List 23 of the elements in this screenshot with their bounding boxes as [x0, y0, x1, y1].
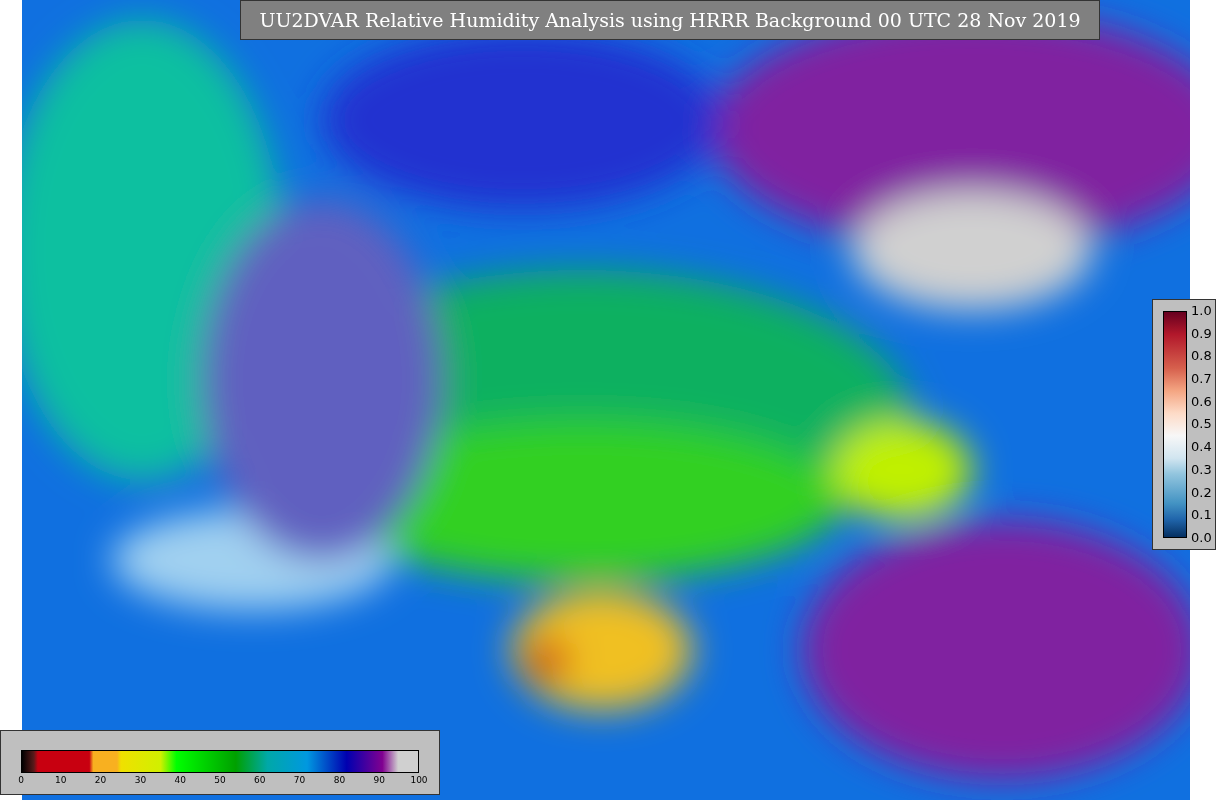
- tick-label: 1.0: [1191, 304, 1212, 318]
- tick-label: 50: [214, 775, 226, 785]
- tick-label: 60: [254, 775, 266, 785]
- tick-label: 10: [55, 775, 67, 785]
- tick-label: 70: [293, 775, 306, 785]
- tick-label: 0.6: [1191, 394, 1212, 409]
- tick-label: 90: [373, 775, 385, 785]
- tick-label: 0.9: [1191, 326, 1212, 341]
- tick-label: 0.2: [1191, 485, 1212, 500]
- tick-label: 0.3: [1191, 462, 1212, 477]
- tick-label: 0.8: [1191, 349, 1212, 364]
- tick-label: 80: [333, 775, 346, 785]
- tick-label: 0.4: [1191, 440, 1212, 455]
- tick-label: 0: [18, 775, 24, 785]
- tick-label: 0.5: [1191, 417, 1212, 432]
- tick-label: 100: [410, 775, 428, 785]
- tick-label: 0.7: [1191, 372, 1212, 387]
- map-title: UU2DVAR Relative Humidity Analysis using HRRR Background 00 UTC 28 Nov 2019: [240, 0, 1100, 40]
- tick-label: 20: [94, 775, 107, 785]
- tick-label: 40: [174, 775, 186, 785]
- tick-label: 0.1: [1191, 508, 1212, 523]
- tick-label: 30: [134, 775, 147, 785]
- tick-label: 0.0: [1191, 530, 1212, 545]
